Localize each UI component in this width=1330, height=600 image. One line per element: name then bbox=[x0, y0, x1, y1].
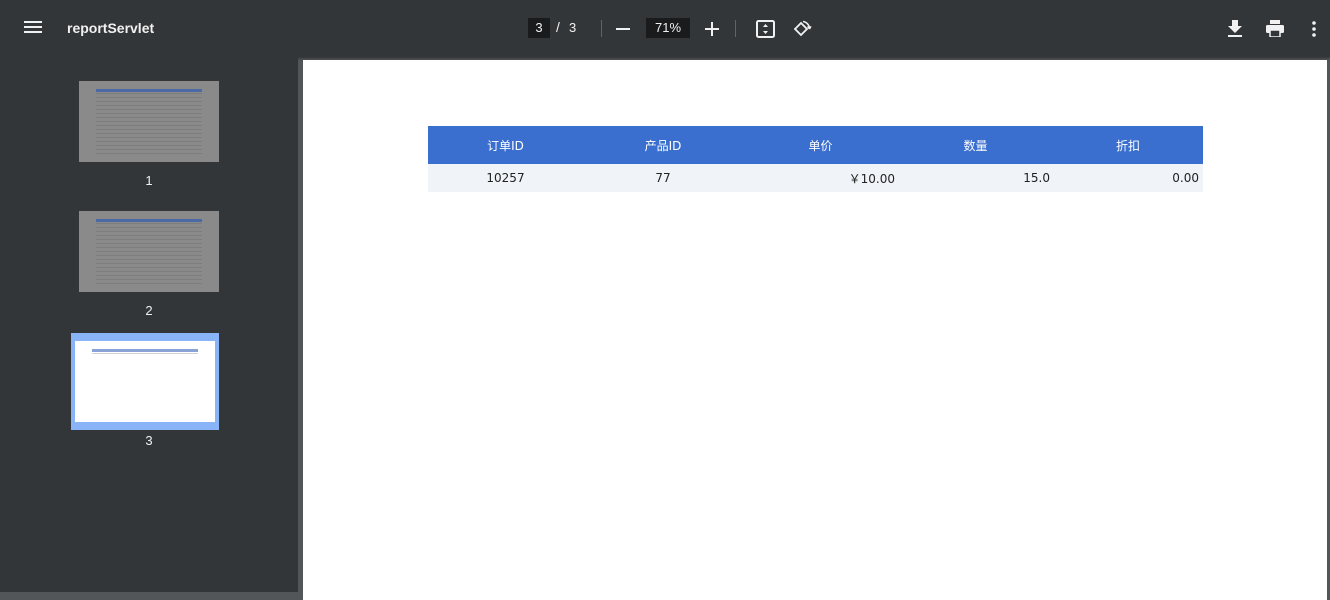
thumbnail-label: 2 bbox=[145, 303, 153, 318]
zoom-out-icon[interactable] bbox=[616, 28, 630, 30]
pdf-page: 订单ID 产品ID 单价 数量 折扣 10257 77 ￥10.00 15.0 … bbox=[303, 60, 1327, 600]
thumbnail-header-bar bbox=[96, 89, 202, 92]
report-table: 订单ID 产品ID 单价 数量 折扣 10257 77 ￥10.00 15.0 … bbox=[428, 126, 1203, 192]
page-thumbnail-3[interactable] bbox=[71, 333, 219, 430]
cell-quantity: 15.0 bbox=[898, 164, 1053, 192]
column-header-unit-price: 单价 bbox=[743, 126, 898, 164]
thumbnail-sidebar: 1 2 3 bbox=[0, 57, 298, 592]
thumbnail-header-bar bbox=[96, 219, 202, 222]
cell-order-id: 10257 bbox=[428, 164, 583, 192]
thumbnail-rows bbox=[96, 223, 202, 285]
thumbnail-rows bbox=[96, 93, 202, 155]
page-number-input[interactable]: 3 bbox=[528, 18, 550, 38]
rotate-icon[interactable] bbox=[792, 19, 812, 44]
column-header-quantity: 数量 bbox=[898, 126, 1053, 164]
print-icon[interactable] bbox=[1266, 20, 1284, 42]
table-row: 10257 77 ￥10.00 15.0 0.00 bbox=[428, 164, 1203, 192]
cell-product-id: 77 bbox=[583, 164, 743, 192]
toolbar-divider bbox=[735, 20, 736, 37]
column-header-product-id: 产品ID bbox=[583, 126, 743, 164]
menu-icon[interactable] bbox=[22, 18, 44, 40]
zoom-in-icon[interactable] bbox=[705, 22, 719, 36]
pdf-toolbar: reportServlet 3 / 3 71% bbox=[0, 0, 1330, 57]
table-header-row: 订单ID 产品ID 单价 数量 折扣 bbox=[428, 126, 1203, 164]
fit-page-icon[interactable] bbox=[756, 20, 775, 43]
more-icon[interactable] bbox=[1312, 21, 1316, 42]
document-title: reportServlet bbox=[67, 20, 155, 36]
cell-discount: 0.00 bbox=[1053, 164, 1203, 192]
page-thumbnail-1[interactable] bbox=[79, 81, 219, 162]
page-total: 3 bbox=[569, 20, 577, 35]
column-header-order-id: 订单ID bbox=[428, 126, 583, 164]
page-thumbnail-2[interactable] bbox=[79, 211, 219, 292]
download-icon[interactable] bbox=[1228, 20, 1242, 42]
cell-unit-price: ￥10.00 bbox=[743, 164, 898, 192]
thumbnail-label: 1 bbox=[145, 173, 153, 188]
thumbnail-label: 3 bbox=[145, 433, 153, 448]
column-header-discount: 折扣 bbox=[1053, 126, 1203, 164]
thumbnail-header-bar bbox=[92, 349, 198, 352]
zoom-level-input[interactable]: 71% bbox=[646, 18, 690, 38]
page-separator: / bbox=[556, 19, 560, 35]
thumbnail-rows bbox=[92, 353, 198, 357]
toolbar-divider bbox=[601, 20, 602, 37]
